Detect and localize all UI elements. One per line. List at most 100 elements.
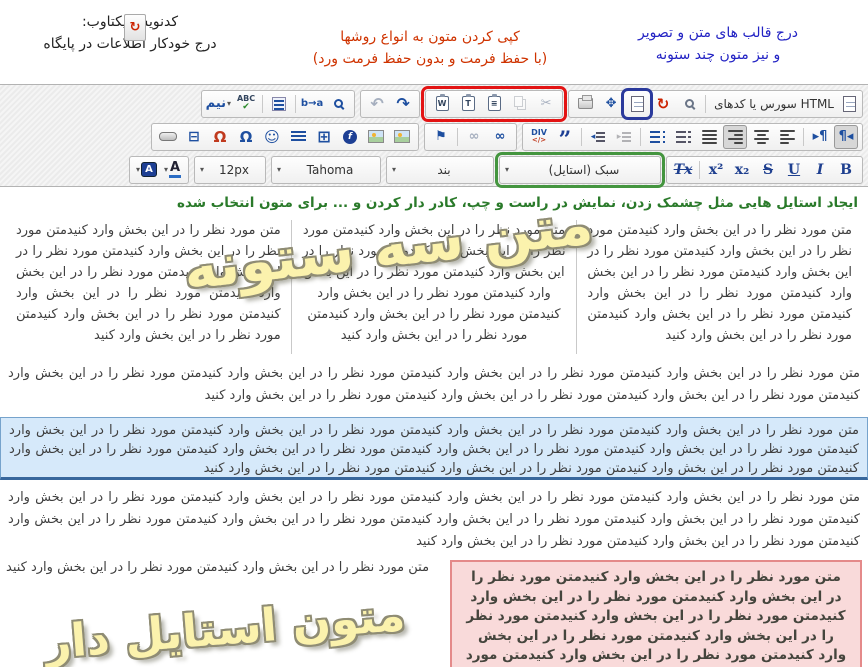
bulleted-list-icon	[650, 131, 665, 143]
omega-blue-icon: Ω	[240, 128, 253, 146]
annotation-templates-line2: و نیز متون چند ستونه	[575, 45, 861, 67]
rtl-paragraph-button[interactable]: ¶◂	[834, 125, 858, 149]
image-button[interactable]	[390, 125, 414, 149]
spellcheck-button[interactable]: ABC ✔	[234, 92, 258, 116]
anchor-button[interactable]: ⚑	[429, 125, 453, 149]
annotation-copy-line2: (با حفظ فرمت و بدون حفظ فرمت ورد)	[292, 49, 568, 71]
cut-button[interactable]: ✂	[534, 92, 558, 116]
annotation-copy-methods: کپی کردن متون به انواع روشها (با حفظ فرم…	[292, 27, 568, 70]
bottom-section: متن مورد نظر را در این بخش وارد کنیدمتن …	[6, 560, 862, 667]
toolbar-row-3: ▾ A ▾ A ▾ 12px ▾ Tahoma ▾ بند ▾ سبک (است…	[0, 153, 863, 186]
chevron-down-icon: ▾	[392, 165, 396, 174]
strikethrough-button[interactable]: S	[756, 158, 780, 182]
styles-hint-text: ایجاد استایل هایی مثل چشمک زدن، نمایش در…	[10, 195, 858, 211]
yektaweb-code-icon: ↻	[657, 95, 670, 113]
table-icon: ⊞	[317, 127, 330, 146]
unlink-button[interactable]: ∞	[462, 125, 486, 149]
special-char-persian-button[interactable]: Ω	[208, 125, 232, 149]
remove-format-button[interactable]: Tx	[671, 158, 695, 182]
search-icon	[334, 99, 343, 108]
div-container-button[interactable]: DIV </>	[527, 125, 551, 149]
smiley-button[interactable]: ☺	[260, 125, 284, 149]
select-all-button[interactable]	[267, 92, 291, 116]
link-button[interactable]: ∞	[488, 125, 512, 149]
image-gallery-button[interactable]	[364, 125, 388, 149]
ltr-paragraph-icon: ▸¶	[813, 129, 828, 144]
page-break-button[interactable]: ⊟	[182, 125, 206, 149]
search-button[interactable]	[326, 92, 350, 116]
underline-icon: U	[788, 162, 800, 178]
text-color-button[interactable]: ▾ A	[160, 158, 184, 182]
paste-from-word-button[interactable]: W	[430, 92, 454, 116]
paste-as-text-button[interactable]: T	[456, 92, 480, 116]
decrease-indent-button[interactable]: ▸	[612, 125, 636, 149]
ltr-paragraph-button[interactable]: ▸¶	[808, 125, 832, 149]
underline-button[interactable]: U	[782, 158, 806, 182]
bulleted-list-button[interactable]	[645, 125, 669, 149]
yektaweb-code-icon: ↻	[130, 20, 141, 35]
blockquote-button[interactable]: ”	[553, 125, 577, 149]
print-icon	[578, 98, 593, 109]
align-center-button[interactable]	[749, 125, 773, 149]
editor-content-area[interactable]: ایجاد استایل هایی مثل چشمک زدن، نمایش در…	[0, 188, 868, 667]
preview-button[interactable]	[677, 92, 701, 116]
font-family-dropdown[interactable]: ▾ Tahoma	[271, 156, 381, 184]
font-size-dropdown[interactable]: ▾ 12px	[194, 156, 266, 184]
annotation-copy-line1: کپی کردن متون به انواع روشها	[292, 27, 568, 49]
templates-button[interactable]	[625, 92, 649, 116]
align-center-icon	[754, 130, 769, 144]
image-icon	[394, 130, 410, 143]
source-code-icon	[843, 96, 856, 112]
undo-button[interactable]: ↶	[365, 92, 389, 116]
align-left-button[interactable]	[775, 125, 799, 149]
maximize-button[interactable]: ✥	[599, 92, 623, 116]
table-button[interactable]: ⊞	[312, 125, 336, 149]
numbered-list-icon	[676, 131, 691, 143]
group-paragraph: DIV </> ” ◂ ▸	[522, 123, 863, 151]
align-left-icon	[780, 130, 795, 144]
bold-button[interactable]: B	[834, 158, 858, 182]
horizontal-rule-button[interactable]	[286, 125, 310, 149]
find-replace-button[interactable]: b→a	[300, 92, 324, 116]
subscript-icon: x₂	[735, 162, 749, 178]
styles-value: سبک (استایل)	[512, 163, 656, 177]
toolbar-row-2: ⊟ Ω Ω ☺ ⊞ f	[0, 120, 863, 153]
source-button[interactable]: سورس یا کدهای HTML	[710, 92, 838, 116]
flash-button[interactable]: f	[338, 125, 362, 149]
yektaweb-autocode-button[interactable]: ↻	[124, 14, 146, 41]
increase-indent-button[interactable]: ◂	[586, 125, 610, 149]
three-column-block: متن مورد نظر را در این بخش وارد کنیدمتن …	[6, 220, 862, 354]
omega-red-icon: Ω	[214, 128, 227, 146]
redo-button[interactable]: ↷	[391, 92, 415, 116]
find-replace-icon: b→a	[301, 98, 323, 109]
background-color-button[interactable]: ▾ A	[134, 158, 158, 182]
strikethrough-icon: S	[763, 162, 773, 178]
copy-button[interactable]	[508, 92, 532, 116]
special-char-button[interactable]: Ω	[234, 125, 258, 149]
align-right-button[interactable]	[723, 125, 747, 149]
remove-format-icon: Tx	[674, 162, 693, 178]
preview-icon	[685, 99, 694, 108]
italic-button[interactable]: I	[808, 158, 832, 182]
source-button-icon-wrap[interactable]	[840, 92, 858, 116]
numbered-list-button[interactable]	[671, 125, 695, 149]
subscript-button[interactable]: x₂	[730, 158, 754, 182]
paragraph-format-dropdown[interactable]: ▾ بند	[386, 156, 494, 184]
select-all-icon	[272, 97, 286, 111]
superscript-button[interactable]: x²	[704, 158, 728, 182]
styles-dropdown[interactable]: ▾ سبک (استایل)	[499, 156, 661, 184]
print-button[interactable]	[573, 92, 597, 116]
align-right-icon	[728, 130, 743, 144]
paragraph-2: متن مورد نظر را در این بخش وارد کنیدمتن …	[8, 487, 860, 555]
paste-button[interactable]: ≡	[482, 92, 506, 116]
chevron-down-icon: ▾	[164, 165, 168, 174]
justify-block-button[interactable]	[697, 125, 721, 149]
form-field-button[interactable]	[156, 125, 180, 149]
paste-as-text-icon: T	[462, 96, 475, 111]
half-space-label: نیم	[206, 96, 226, 111]
maximize-icon: ✥	[606, 96, 617, 111]
half-space-button[interactable]: نیم ▾	[206, 92, 232, 116]
separator	[640, 128, 641, 146]
form-field-icon	[159, 132, 177, 141]
yektaweb-code-button[interactable]: ↻	[651, 92, 675, 116]
